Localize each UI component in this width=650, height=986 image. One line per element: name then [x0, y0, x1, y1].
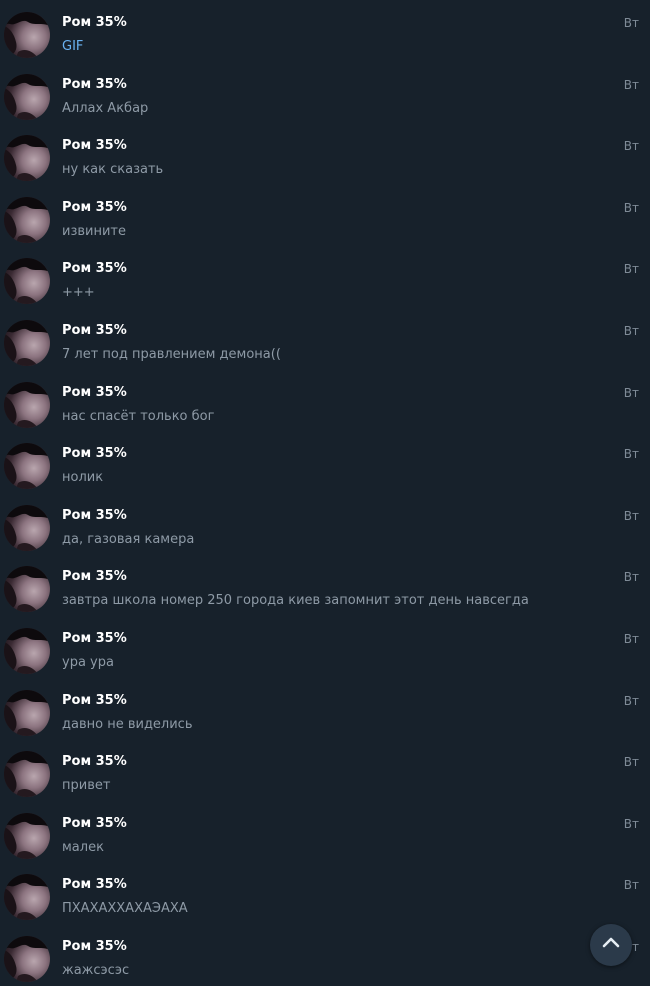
message-list: Ром 35% GIF Вт Ром 35% Аллах Акбар Вт Ром 35% н… — [0, 0, 650, 986]
sender-name[interactable]: Ром 35% — [62, 816, 127, 831]
avatar[interactable] — [4, 258, 50, 305]
message-time: Вт — [623, 631, 639, 646]
message-item[interactable]: Ром 35% GIF Вт — [0, 0, 650, 62]
message-text: да, газовая камера — [62, 531, 195, 547]
message-time: Вт — [623, 693, 639, 708]
message-text: Аллах Акбар — [62, 100, 149, 116]
message-time: Вт — [623, 262, 639, 277]
message-time: Вт — [623, 508, 639, 523]
message-time: Вт — [623, 816, 639, 831]
avatar[interactable] — [4, 73, 50, 120]
message-item[interactable]: Ром 35% 7 лет под правлением демона(( Вт — [0, 308, 650, 370]
sender-name[interactable]: Ром 35% — [62, 693, 127, 708]
sender-name[interactable]: Ром 35% — [62, 631, 127, 646]
message-time: Вт — [623, 16, 639, 30]
message-text: нолик — [62, 470, 104, 486]
message-text: завтра школа номер 250 города киев запом… — [62, 593, 529, 609]
message-time: Вт — [623, 77, 639, 92]
gif-link[interactable]: GIF — [62, 39, 83, 54]
sender-name[interactable]: Ром 35% — [62, 446, 127, 461]
message-item[interactable]: Ром 35% давно не виделись Вт — [0, 678, 650, 740]
message-time: Вт — [623, 755, 639, 770]
sender-name[interactable]: Ром 35% — [62, 569, 127, 584]
scroll-to-top-button[interactable] — [590, 924, 632, 966]
message-item[interactable]: Ром 35% привет Вт — [0, 739, 650, 801]
avatar[interactable] — [4, 935, 50, 982]
avatar[interactable] — [4, 812, 50, 859]
message-text: жажсэсэс — [62, 962, 130, 978]
avatar[interactable] — [4, 381, 50, 428]
avatar[interactable] — [4, 12, 50, 58]
message-text: ну как сказать — [62, 162, 164, 178]
message-time: Вт — [623, 323, 639, 338]
sender-name[interactable]: Ром 35% — [62, 200, 127, 215]
message-text: ура ура — [62, 654, 114, 670]
avatar[interactable] — [4, 566, 50, 613]
message-item[interactable]: Ром 35% +++ Вт — [0, 246, 650, 308]
message-item[interactable]: Ром 35%жажсэсэсВт — [0, 924, 650, 986]
message-item[interactable]: Ром 35% ПХАХАХХАХАЭАХА Вт — [0, 862, 650, 924]
sender-name[interactable]: Ром 35% — [62, 77, 127, 92]
avatar[interactable] — [4, 135, 50, 182]
message-text: ПХАХАХХАХАЭАХА — [62, 901, 188, 917]
message-time: Вт — [623, 200, 639, 215]
message-time: Вт — [623, 447, 639, 462]
message-text: малек — [62, 839, 104, 855]
message-item[interactable]: Ром 35% нолик Вт — [0, 431, 650, 493]
message-item[interactable]: Ром 35% нас спасёт только бог Вт — [0, 370, 650, 432]
avatar[interactable] — [4, 874, 50, 921]
avatar[interactable] — [4, 319, 50, 366]
message-text: 7 лет под правлением демона(( — [62, 346, 281, 362]
avatar[interactable] — [4, 443, 50, 490]
message-item[interactable]: Ром 35% ну как сказать Вт — [0, 123, 650, 185]
avatar[interactable] — [4, 627, 50, 674]
message-item[interactable]: Ром 35% извините Вт — [0, 185, 650, 247]
avatar[interactable] — [4, 504, 50, 551]
message-text: привет — [62, 778, 111, 794]
sender-name[interactable]: Ром 35% — [62, 15, 127, 30]
message-time: Вт — [623, 570, 639, 585]
sender-name[interactable]: Ром 35% — [62, 508, 127, 523]
message-text: нас спасёт только бог — [62, 408, 215, 424]
sender-name[interactable]: Ром 35% — [62, 323, 127, 338]
message-text: извините — [62, 223, 126, 239]
message-time: Вт — [623, 878, 639, 893]
message-time: Вт — [623, 139, 639, 154]
avatar[interactable] — [4, 751, 50, 798]
sender-name[interactable]: Ром 35% — [62, 261, 127, 276]
avatar[interactable] — [4, 196, 50, 243]
message-item[interactable]: Ром 35% завтра школа номер 250 города кие… — [0, 554, 650, 616]
sender-name[interactable]: Ром 35% — [62, 754, 127, 769]
sender-name[interactable]: Ром 35% — [62, 385, 127, 400]
message-item[interactable]: Ром 35% ура ура Вт — [0, 616, 650, 678]
sender-name[interactable]: Ром 35% — [62, 138, 127, 153]
message-text: давно не виделись — [62, 716, 193, 732]
message-item[interactable]: Ром 35% малек Вт — [0, 801, 650, 863]
sender-name[interactable]: Ром 35% — [62, 939, 127, 954]
chevron-up-icon — [601, 933, 621, 957]
avatar[interactable] — [4, 689, 50, 736]
message-text: +++ — [62, 285, 95, 301]
message-time: Вт — [623, 385, 639, 400]
message-item[interactable]: Ром 35% Аллах Акбар Вт — [0, 62, 650, 124]
sender-name[interactable]: Ром 35% — [62, 877, 127, 892]
message-item[interactable]: Ром 35% да, газовая камера Вт — [0, 493, 650, 555]
